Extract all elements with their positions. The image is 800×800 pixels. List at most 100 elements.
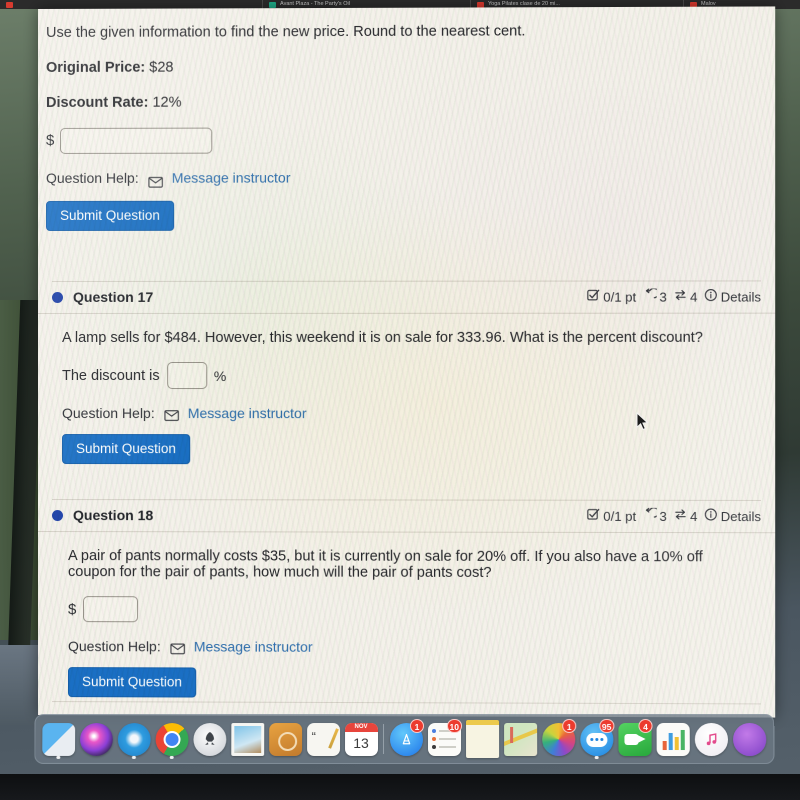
numbers-chart-icon: [656, 722, 690, 756]
points-value: 0/1 pt: [603, 289, 637, 305]
question-body: A lamp sells for $484. However, this wee…: [38, 314, 775, 471]
tab-favicon-icon: [6, 1, 13, 8]
notification-badge: 4: [638, 718, 653, 733]
attempts-group: 3: [643, 508, 667, 524]
question-prompt: A lamp sells for $484. However, this wee…: [62, 329, 703, 346]
dock-item-numbers[interactable]: [655, 720, 691, 758]
percent-sign-label: %: [213, 367, 227, 384]
answer-row: $: [68, 596, 751, 624]
dock-item-app-store[interactable]: 1: [388, 719, 425, 758]
dollar-sign-label: $: [68, 600, 77, 618]
question-title: Question 17: [73, 288, 154, 305]
envelope-icon: [163, 408, 179, 420]
versions-value: 4: [690, 289, 698, 305]
running-indicator: [594, 755, 599, 760]
dock-item-notes[interactable]: “: [305, 720, 341, 758]
notification-badge: 95: [598, 718, 615, 733]
dock-item-launchpad[interactable]: [191, 720, 227, 758]
question-block-17: Question 17 0/1 pt 3 4 Details A lamp se…: [38, 280, 776, 471]
undo-arrow-icon: [643, 289, 656, 305]
safari-compass-icon: [117, 722, 151, 756]
contacts-book-icon: [268, 722, 302, 756]
attempts-value: 3: [659, 508, 667, 524]
notification-badge: 10: [446, 719, 463, 733]
message-instructor-link[interactable]: Message instructor: [172, 168, 291, 189]
maps-icon: [503, 722, 537, 756]
checkbox-check-icon: [587, 508, 600, 524]
discount-rate-line: Discount Rate: 12%: [46, 91, 751, 114]
dock-item-finder[interactable]: [40, 720, 76, 759]
points-value: 0/1 pt: [603, 508, 637, 524]
quiz-page: Use the given information to find the ne…: [38, 6, 776, 718]
discount-rate-label: Discount Rate:: [45, 94, 149, 112]
stickies-note-icon: [465, 719, 499, 759]
question-header: Question 18 0/1 pt 3 4 Details: [38, 500, 776, 534]
answer-prefix-label: The discount is: [62, 367, 160, 384]
submit-question-button[interactable]: Submit Question: [45, 201, 174, 232]
original-price-line: Original Price: $28: [46, 56, 751, 79]
dock-item-stickies[interactable]: [464, 719, 500, 759]
notification-badge: 1: [562, 718, 577, 733]
submit-question-button[interactable]: Submit Question: [68, 667, 197, 698]
question-meta: 0/1 pt 3 4 Details: [587, 508, 761, 524]
dock-item-siri[interactable]: [78, 720, 114, 758]
question-header-left: Question 18: [52, 507, 153, 523]
attempts-group: 3: [643, 289, 667, 305]
dock-item-calendar[interactable]: NOV 13: [343, 720, 379, 758]
dock-item-preview[interactable]: [229, 720, 265, 758]
points-group: 0/1 pt: [587, 508, 636, 524]
dock-item-facetime[interactable]: 4: [616, 718, 653, 758]
question-prompt: A pair of pants normally costs $35, but …: [68, 548, 703, 581]
browser-window: Use the given information to find the ne…: [38, 6, 776, 718]
question-meta: 0/1 pt 3 4 Details: [587, 288, 761, 304]
question-header-left: Question 17: [52, 289, 153, 305]
original-price-label: Original Price:: [45, 59, 146, 76]
swap-arrows-icon: [674, 508, 687, 524]
question-help-row: Question Help: Message instructor: [68, 638, 751, 656]
dock-divider: [382, 724, 385, 754]
dock-item-contacts[interactable]: [267, 720, 303, 758]
dock-item-photos[interactable]: 1: [540, 718, 577, 758]
dock-item-itunes[interactable]: [693, 720, 729, 758]
dock-item-messages[interactable]: 95: [578, 718, 615, 760]
question-status-dot-icon: [52, 509, 64, 521]
question-body: A pair of pants normally costs $35, but …: [38, 532, 775, 705]
preview-photo-icon: [230, 722, 264, 756]
dock-item-podcasts[interactable]: [731, 720, 767, 758]
question-help-row: Question Help: Message instructor: [46, 167, 751, 189]
dock-item-reminders[interactable]: 10: [426, 719, 463, 758]
details-group[interactable]: Details: [705, 288, 761, 304]
message-instructor-link[interactable]: Message instructor: [194, 638, 313, 654]
original-price-value: $28: [149, 59, 174, 76]
envelope-icon: [147, 172, 163, 188]
info-circle-icon: [705, 508, 718, 524]
question-help-label: Question Help:: [68, 638, 161, 655]
swap-arrows-icon: [674, 289, 687, 305]
checkbox-check-icon: [587, 289, 600, 305]
mouse-cursor-icon: [636, 412, 649, 431]
dock-item-chrome[interactable]: [154, 720, 190, 759]
answer-input[interactable]: [83, 596, 139, 623]
running-indicator: [131, 755, 136, 759]
question-title: Question 18: [73, 507, 154, 524]
message-instructor-link[interactable]: Message instructor: [188, 405, 307, 421]
siri-icon: [79, 722, 113, 756]
envelope-icon: [169, 641, 185, 653]
answer-input[interactable]: [60, 127, 213, 155]
versions-group: 4: [674, 508, 697, 524]
itunes-music-note-icon: [694, 722, 728, 756]
notes-pencil-icon: “: [306, 722, 340, 756]
details-group[interactable]: Details: [705, 508, 761, 524]
dock-item-maps[interactable]: [502, 720, 538, 758]
notification-badge: 1: [410, 719, 425, 734]
attempts-value: 3: [659, 289, 667, 305]
answer-input[interactable]: [166, 362, 207, 390]
discount-rate-value: 12%: [152, 94, 182, 111]
undo-arrow-icon: [643, 508, 656, 524]
dock-item-safari[interactable]: [116, 720, 152, 759]
submit-question-button[interactable]: Submit Question: [62, 434, 191, 465]
finder-icon: [41, 722, 75, 756]
dollar-sign-label: $: [45, 132, 55, 150]
points-group: 0/1 pt: [587, 289, 636, 305]
laptop-bottom-bezel: [0, 774, 800, 800]
